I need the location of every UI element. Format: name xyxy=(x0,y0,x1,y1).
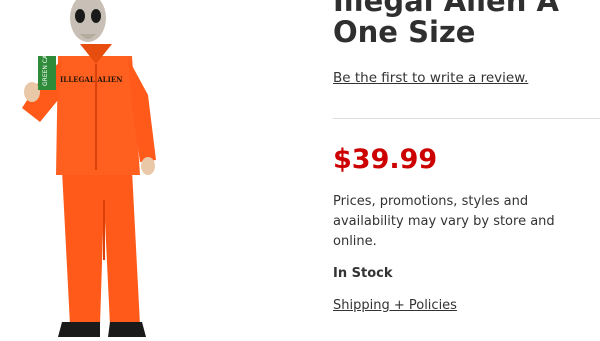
stock-status: In Stock xyxy=(333,266,393,281)
alien-costume-illustration: GREEN CARD ILLEGAL ALIEN xyxy=(22,0,156,337)
price-disclaimer: Prices, promotions, styles and availabil… xyxy=(333,194,555,249)
jumpsuit-text: ILLEGAL ALIEN xyxy=(60,75,123,84)
product-title: Illegal Alien A One Size xyxy=(333,0,559,48)
write-review-link[interactable]: Be the first to write a review. xyxy=(333,70,528,86)
shipping-policies-link[interactable]: Shipping + Policies xyxy=(333,298,457,313)
card-text: GREEN CARD xyxy=(42,46,49,86)
product-image[interactable]: GREEN CARD ILLEGAL ALIEN xyxy=(0,0,215,337)
product-title-line2: One Size xyxy=(333,15,476,49)
product-price: $39.99 xyxy=(333,144,438,175)
divider xyxy=(333,118,600,119)
